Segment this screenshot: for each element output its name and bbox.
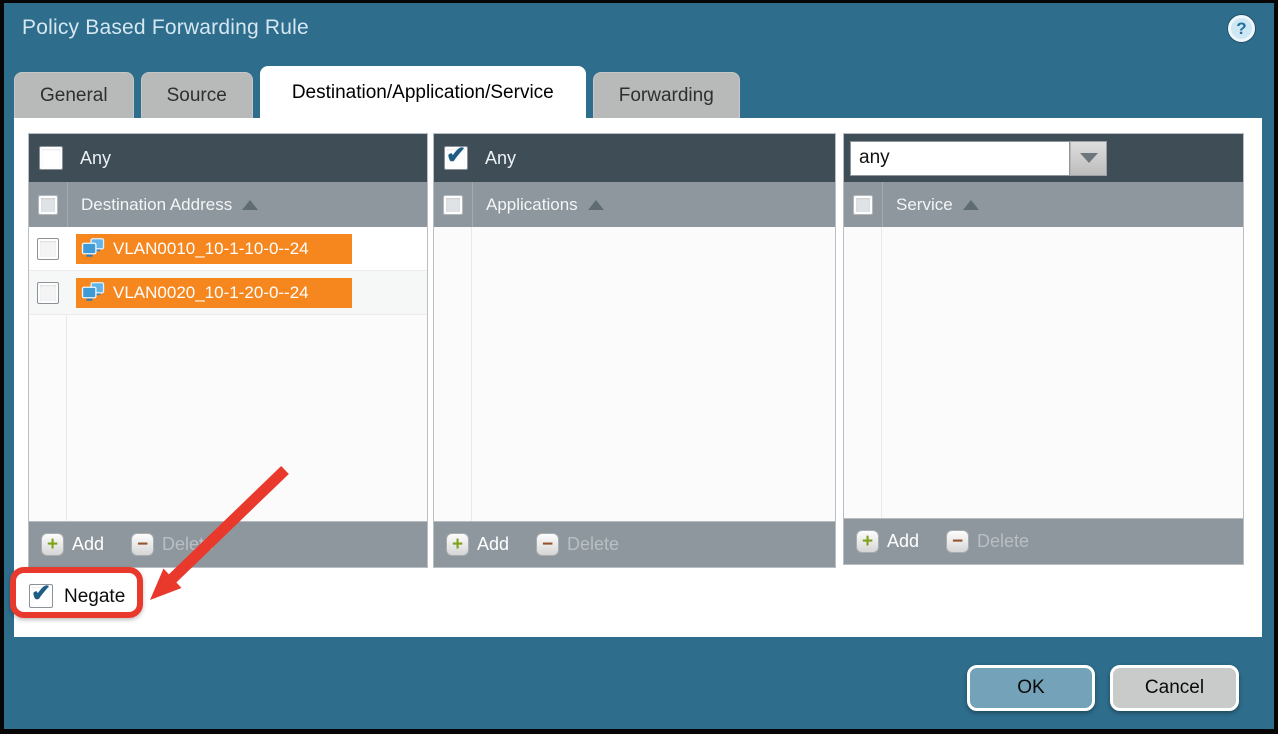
delete-button[interactable]: − Delete <box>946 530 1029 553</box>
tab-forwarding[interactable]: Forwarding <box>593 72 740 118</box>
add-icon: + <box>856 530 879 553</box>
add-label: Add <box>477 534 509 555</box>
applications-column-label: Applications <box>486 195 578 215</box>
add-icon: + <box>41 533 64 556</box>
applications-column-header[interactable]: Applications <box>434 182 835 227</box>
table-row[interactable]: VLAN0010_10-1-10-0--24 <box>29 227 427 271</box>
applications-panel-footer: + Add − Delete <box>434 521 835 567</box>
negate-checkbox[interactable]: ✔ <box>29 584 53 608</box>
checkmark-icon: ✔ <box>446 141 466 170</box>
ok-button[interactable]: OK <box>967 665 1095 711</box>
row-checkbox[interactable] <box>37 238 59 260</box>
tab-source[interactable]: Source <box>141 72 253 118</box>
address-object-label: VLAN0010_10-1-10-0--24 <box>113 239 309 259</box>
add-label: Add <box>887 531 919 552</box>
service-select-all-checkbox[interactable] <box>853 195 873 215</box>
network-subnet-icon <box>81 282 106 303</box>
applications-select-all-checkbox[interactable] <box>443 195 463 215</box>
destination-column-header[interactable]: Destination Address <box>29 182 427 227</box>
tab-source-label: Source <box>167 85 227 107</box>
tab-forwarding-label: Forwarding <box>619 85 714 107</box>
applications-any-label: Any <box>485 148 516 169</box>
delete-icon: − <box>131 533 154 556</box>
destination-address-panel: Any Destination Address <box>28 133 428 568</box>
plus-glyph: + <box>862 532 873 551</box>
delete-icon: − <box>536 533 559 556</box>
service-column-header[interactable]: Service <box>844 182 1243 227</box>
delete-label: Delete <box>567 534 619 555</box>
destination-any-checkbox[interactable] <box>39 146 63 170</box>
tab-general-label: General <box>40 85 108 107</box>
tab-bar: General Source Destination/Application/S… <box>14 66 740 118</box>
chevron-down-icon <box>1080 153 1098 163</box>
negate-label: Negate <box>64 586 125 608</box>
service-dropdown-value[interactable]: any <box>850 141 1070 176</box>
row-checkbox[interactable] <box>37 282 59 304</box>
service-column-label: Service <box>896 195 953 215</box>
minus-glyph: − <box>542 535 553 554</box>
sort-ascending-icon <box>588 200 604 210</box>
delete-button[interactable]: − Delete <box>131 533 214 556</box>
service-list <box>844 227 1243 518</box>
destination-panel-footer: + Add − Delete <box>29 521 427 567</box>
table-row[interactable]: VLAN0020_10-1-20-0--24 <box>29 271 427 315</box>
service-dropdown: any <box>850 141 1107 176</box>
tab-general[interactable]: General <box>14 72 134 118</box>
service-any-header: any <box>844 134 1243 182</box>
add-icon: + <box>446 533 469 556</box>
destination-any-label: Any <box>80 148 111 169</box>
checkmark-icon: ✔ <box>31 579 51 608</box>
delete-label: Delete <box>977 531 1029 552</box>
delete-label: Delete <box>162 534 214 555</box>
applications-panel: ✔ Any Applications + Add − Delete <box>433 133 836 568</box>
address-object-pill[interactable]: VLAN0010_10-1-10-0--24 <box>76 234 352 264</box>
applications-list <box>434 227 835 521</box>
add-label: Add <box>72 534 104 555</box>
add-button[interactable]: + Add <box>856 530 919 553</box>
tab-destination-application-service[interactable]: Destination/Application/Service <box>260 66 586 118</box>
network-subnet-icon <box>81 238 106 259</box>
destination-any-header: Any <box>29 134 427 182</box>
sort-ascending-icon <box>963 200 979 210</box>
help-icon[interactable]: ? <box>1228 15 1255 42</box>
service-dropdown-button[interactable] <box>1070 141 1107 176</box>
add-button[interactable]: + Add <box>41 533 104 556</box>
address-object-label: VLAN0020_10-1-20-0--24 <box>113 283 309 303</box>
sort-ascending-icon <box>242 200 258 210</box>
service-panel: any Service + Add − Delete <box>843 133 1244 565</box>
address-object-pill[interactable]: VLAN0020_10-1-20-0--24 <box>76 278 352 308</box>
tab-content-area: Any Destination Address <box>14 118 1262 637</box>
dialog-title: Policy Based Forwarding Rule <box>22 16 309 40</box>
plus-glyph: + <box>47 535 58 554</box>
applications-any-checkbox[interactable]: ✔ <box>444 146 468 170</box>
destination-list: VLAN0010_10-1-10-0--24 VLAN0020_10-1-20-… <box>29 227 427 521</box>
help-glyph: ? <box>1236 19 1246 39</box>
cancel-button[interactable]: Cancel <box>1110 665 1239 711</box>
ok-label: OK <box>1017 677 1044 699</box>
destination-column-label: Destination Address <box>81 195 232 215</box>
tab-destination-label: Destination/Application/Service <box>292 82 554 104</box>
delete-button[interactable]: − Delete <box>536 533 619 556</box>
add-button[interactable]: + Add <box>446 533 509 556</box>
applications-any-header: ✔ Any <box>434 134 835 182</box>
minus-glyph: − <box>952 532 963 551</box>
delete-icon: − <box>946 530 969 553</box>
service-dropdown-text: any <box>859 147 890 169</box>
policy-based-forwarding-dialog: Policy Based Forwarding Rule ? General S… <box>0 0 1278 734</box>
minus-glyph: − <box>137 535 148 554</box>
service-panel-footer: + Add − Delete <box>844 518 1243 564</box>
plus-glyph: + <box>452 535 463 554</box>
cancel-label: Cancel <box>1145 677 1204 699</box>
destination-select-all-checkbox[interactable] <box>38 195 58 215</box>
